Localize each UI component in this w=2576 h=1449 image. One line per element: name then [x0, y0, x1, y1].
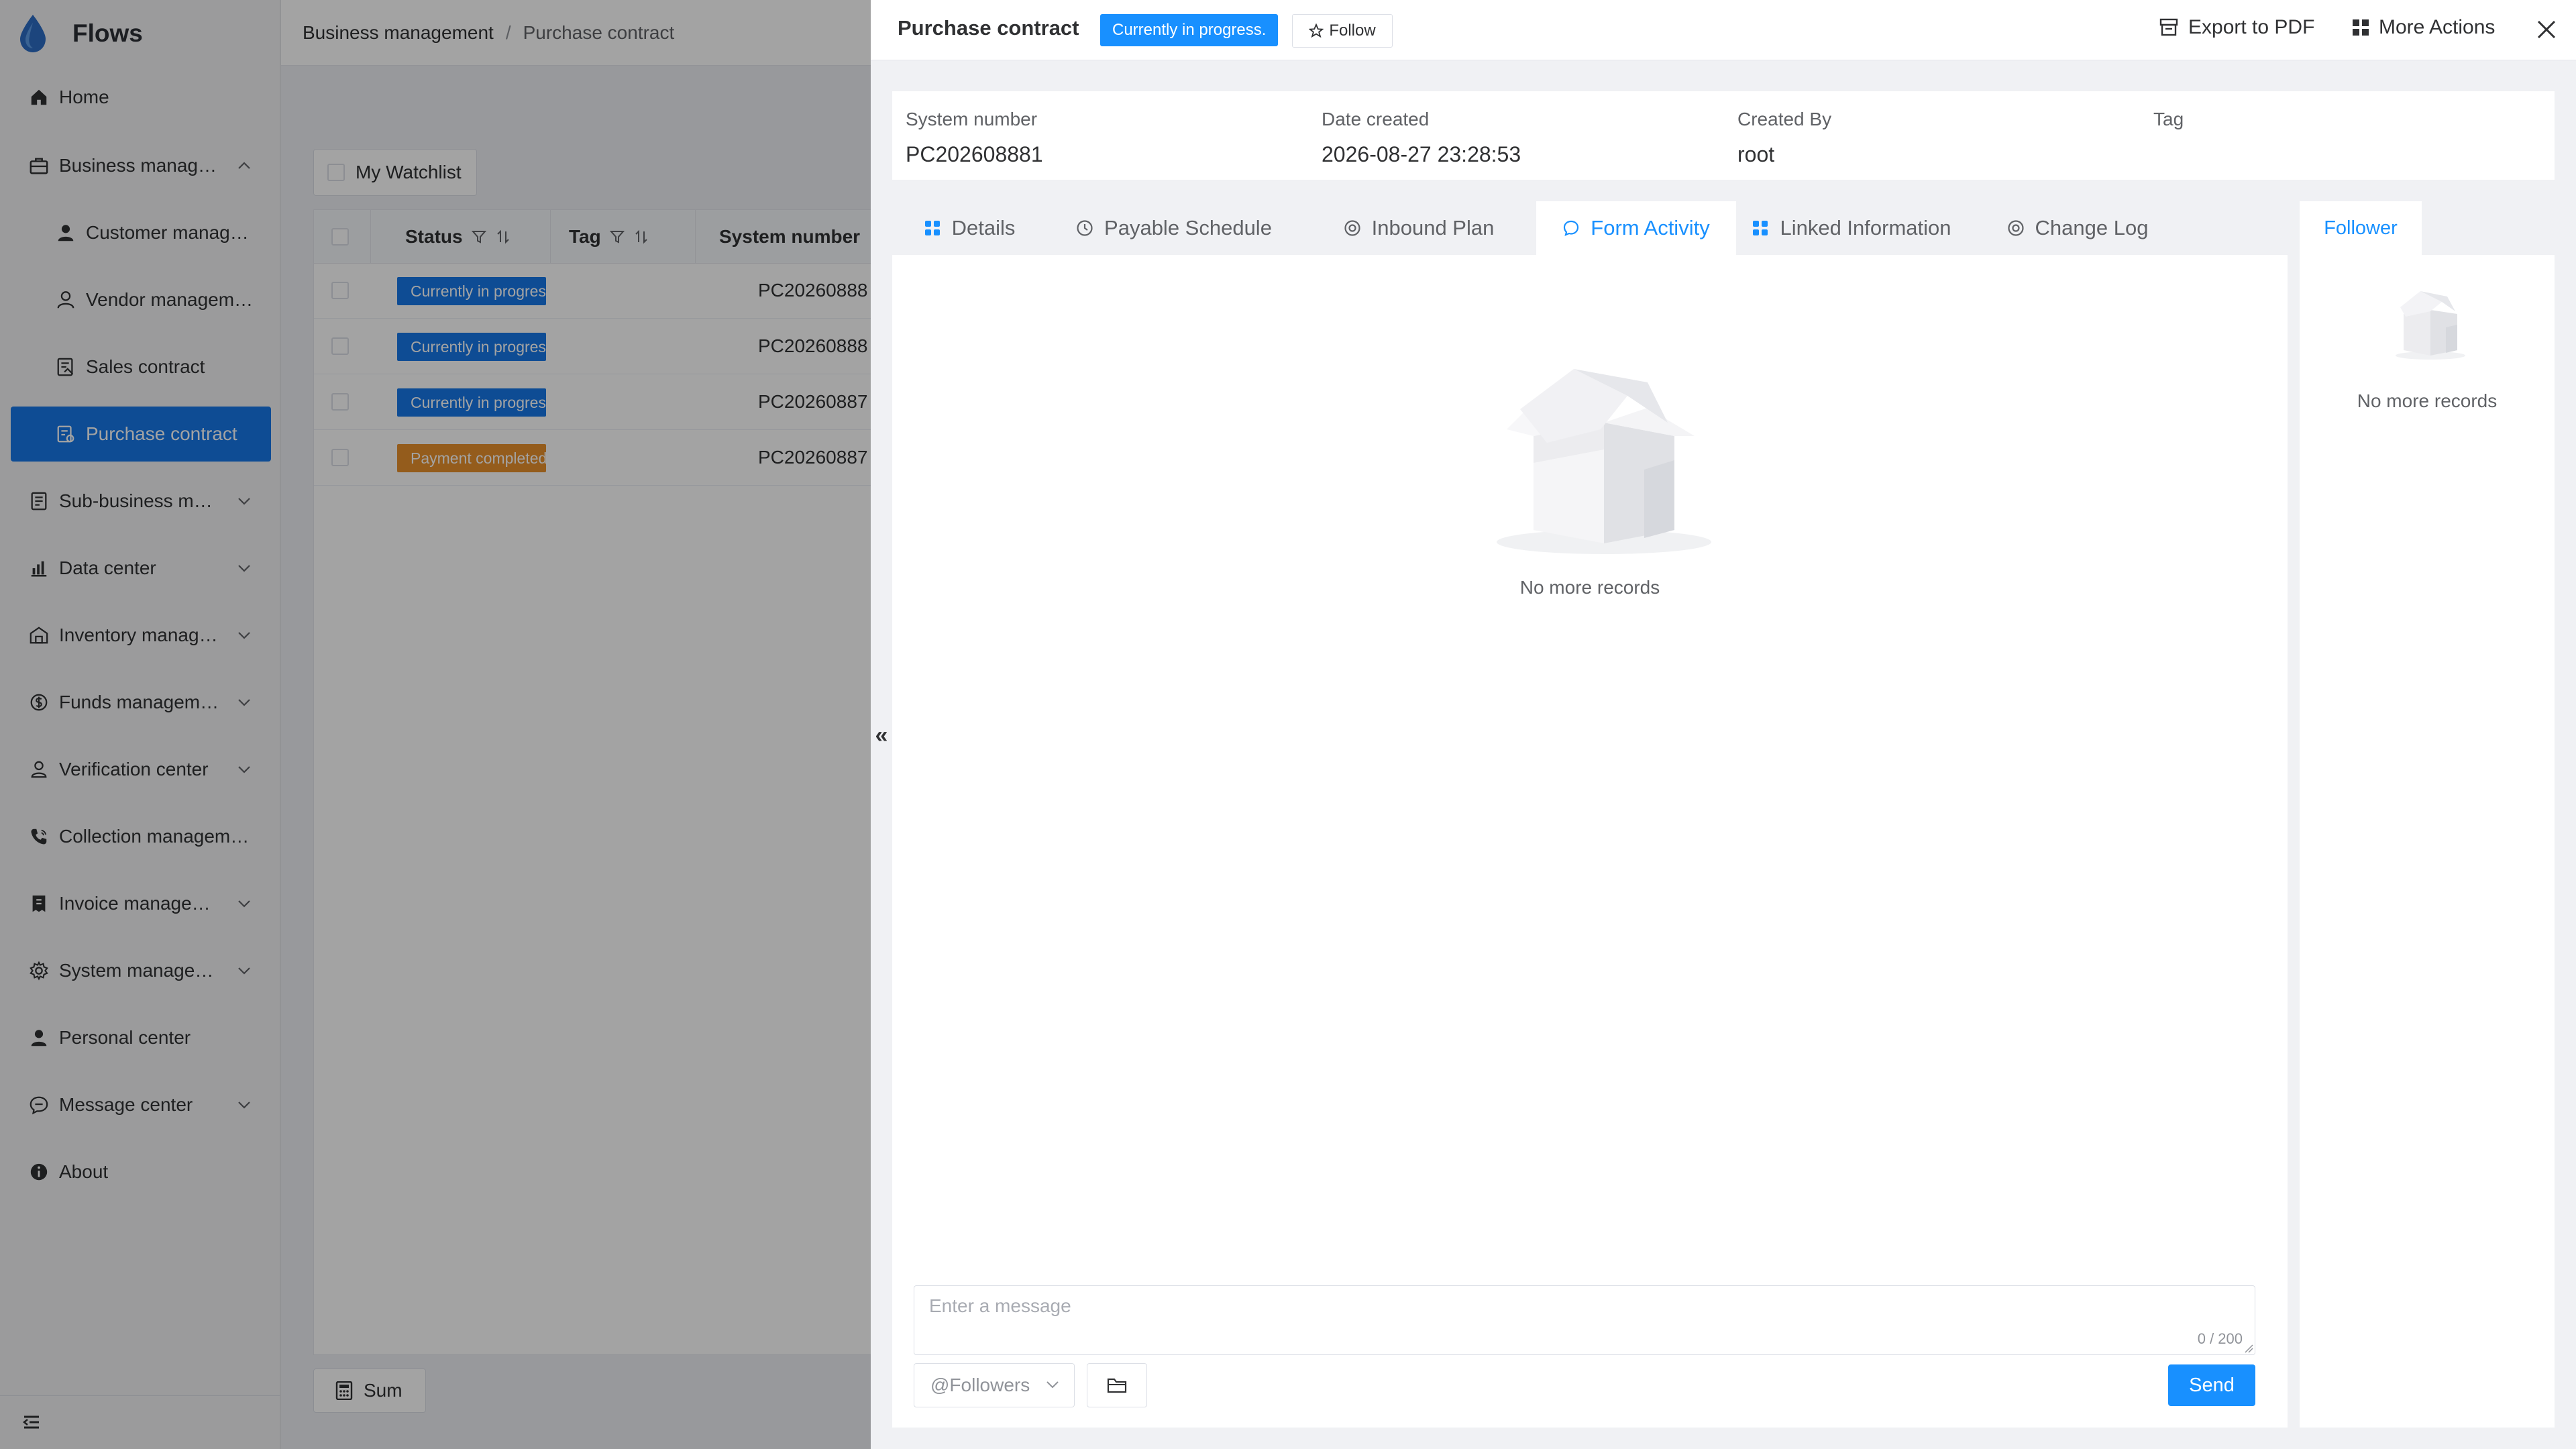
tag-label: Tag — [2153, 109, 2184, 129]
created-by-value: root — [1737, 142, 1775, 166]
close-icon[interactable] — [2534, 17, 2559, 42]
tab-form-activity[interactable]: Form Activity — [1536, 201, 1736, 255]
tab-linked-information[interactable]: Linked Information — [1736, 201, 1967, 255]
tab-inbound-plan[interactable]: Inbound Plan — [1301, 201, 1536, 255]
attach-file-button[interactable] — [1087, 1363, 1147, 1407]
tab-details[interactable]: Details — [892, 201, 1046, 255]
character-counter: 0 / 200 — [2197, 1330, 2243, 1347]
follow-label: Follow — [1329, 21, 1376, 40]
date-created-field: Date created 2026-08-27 23:28:53 — [1322, 109, 1521, 167]
send-button[interactable]: Send — [2168, 1364, 2255, 1406]
message-placeholder: Enter a message — [929, 1295, 1071, 1316]
created-by-field: Created By root — [1737, 109, 1831, 167]
date-created-label: Date created — [1322, 109, 1430, 129]
detail-tabs: Details Payable Schedule Inbound Plan Form … — [892, 201, 2288, 255]
resize-handle-icon[interactable] — [2244, 1344, 2253, 1353]
follower-tabs: Follower — [2300, 201, 2555, 255]
export-pdf-button[interactable]: Export to PDF — [2159, 16, 2314, 39]
follower-panel: Follower No more records — [2300, 201, 2555, 1428]
date-created-value: 2026-08-27 23:28:53 — [1322, 142, 1521, 166]
message-input[interactable]: Enter a message 0 / 200 — [914, 1285, 2255, 1355]
star-icon — [1309, 23, 1324, 38]
target-icon — [2007, 219, 2030, 237]
empty-box-illustration — [1497, 369, 1711, 554]
follow-button[interactable]: Follow — [1292, 14, 1393, 48]
system-number-field: System number PC202608881 — [906, 109, 1043, 167]
chevron-down-icon — [1046, 1381, 1059, 1389]
printer-icon — [2159, 18, 2178, 36]
tab-label: Details — [951, 216, 1016, 239]
more-actions-label: More Actions — [2379, 16, 2496, 38]
followers-select[interactable]: @Followers — [914, 1363, 1075, 1407]
tab-change-log[interactable]: Change Log — [1967, 201, 2188, 255]
more-actions-button[interactable]: More Actions — [2352, 16, 2495, 39]
status-badge: Currently in progress. — [1100, 14, 1279, 46]
drawer-header: Purchase contract Currently in progress.… — [871, 0, 2576, 60]
tab-label: Payable Schedule — [1104, 216, 1272, 239]
system-number-label: System number — [906, 109, 1038, 129]
purchase-contract-drawer: Purchase contract Currently in progress.… — [871, 0, 2576, 1449]
follower-empty-text: No more records — [2357, 390, 2498, 411]
clock-icon — [1076, 219, 1099, 237]
followers-select-value: @Followers — [930, 1375, 1030, 1395]
form-activity-panel: Details Payable Schedule Inbound Plan Form … — [892, 201, 2288, 1428]
chat-bubble-icon — [1562, 219, 1585, 237]
tab-payable-schedule[interactable]: Payable Schedule — [1046, 201, 1301, 255]
empty-state-text: No more records — [1519, 577, 1660, 598]
folder-icon — [1107, 1378, 1127, 1393]
grid-icon — [2353, 19, 2369, 36]
grid-icon — [1752, 219, 1774, 237]
tab-follower[interactable]: Follower — [2300, 201, 2422, 255]
drawer-title: Purchase contract — [898, 16, 1079, 40]
empty-box-illustration — [2396, 291, 2465, 360]
tab-label: Linked Information — [1780, 216, 1951, 239]
tab-label: Inbound Plan — [1371, 216, 1495, 239]
target-icon — [1344, 219, 1366, 237]
expand-panel-icon[interactable]: « — [869, 722, 894, 749]
tab-label: Change Log — [2035, 216, 2149, 239]
tag-field: Tag — [2153, 109, 2184, 142]
grid-icon — [924, 219, 947, 237]
tab-label: Form Activity — [1591, 216, 1710, 239]
created-by-label: Created By — [1737, 109, 1832, 129]
export-pdf-label: Export to PDF — [2188, 16, 2315, 38]
contract-summary: System number PC202608881 Date created 2… — [892, 91, 2555, 180]
system-number-value: PC202608881 — [906, 142, 1043, 166]
